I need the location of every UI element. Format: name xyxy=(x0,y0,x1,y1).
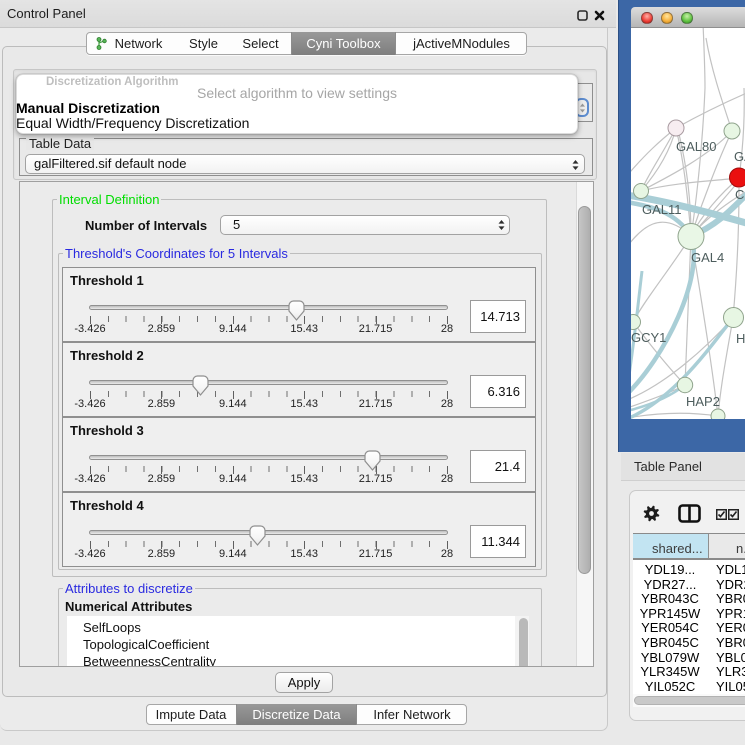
svg-text:HAP2: HAP2 xyxy=(686,394,720,409)
svg-text:GAL4: GAL4 xyxy=(691,250,724,265)
svg-text:GCY1: GCY1 xyxy=(631,330,666,345)
svg-text:GAL11: GAL11 xyxy=(642,202,682,217)
svg-text:GAL80: GAL80 xyxy=(676,139,716,154)
svg-text:H: H xyxy=(736,331,745,346)
svg-text:GA: GA xyxy=(734,149,745,164)
svg-text:C: C xyxy=(735,187,744,202)
